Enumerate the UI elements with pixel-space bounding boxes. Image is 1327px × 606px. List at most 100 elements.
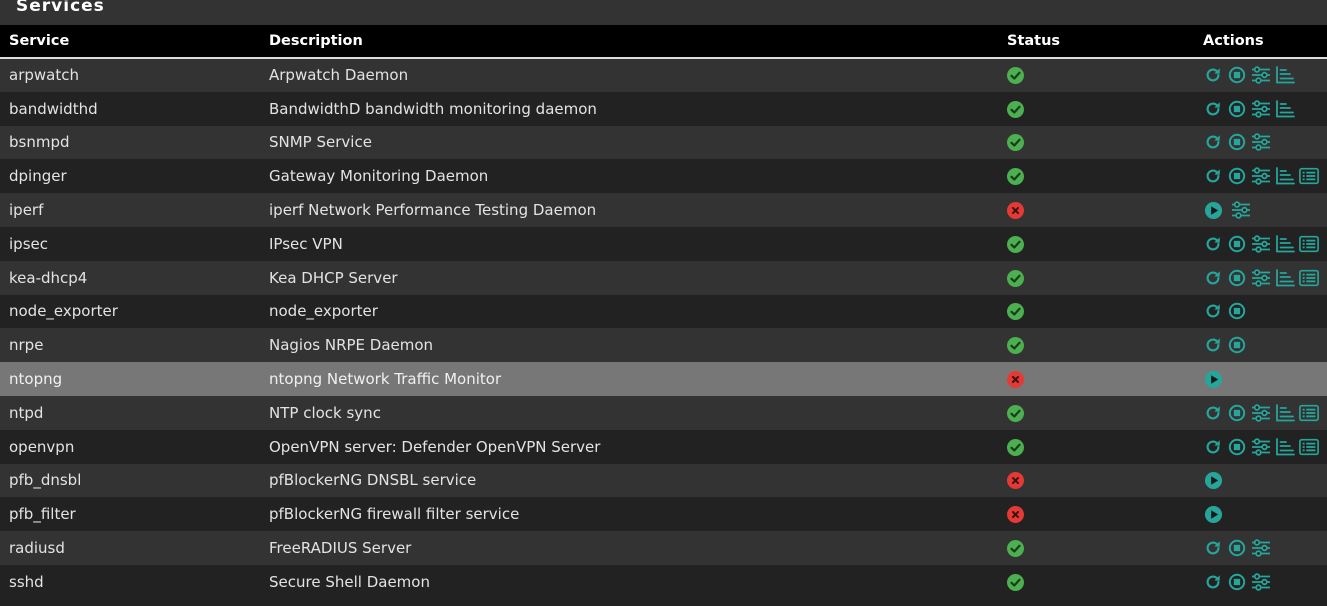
- restart-icon[interactable]: [1203, 234, 1223, 254]
- status-graph-icon[interactable]: [1275, 437, 1295, 457]
- actions-cell: [1200, 565, 1327, 599]
- panel-header: Services: [0, 0, 1327, 25]
- start-icon[interactable]: [1203, 504, 1223, 524]
- status-running-icon: [1007, 100, 1024, 118]
- status-graph-icon[interactable]: [1275, 99, 1295, 119]
- status-running-icon: [1007, 269, 1024, 287]
- column-header-service[interactable]: Service: [0, 25, 260, 59]
- status-cell: [999, 565, 1200, 599]
- status-cell: [999, 362, 1200, 396]
- action-icons: [1203, 234, 1327, 254]
- log-list-icon[interactable]: [1299, 437, 1319, 457]
- status-cell: [999, 464, 1200, 498]
- actions-cell: [1200, 497, 1327, 531]
- status-stopped-icon: [1007, 506, 1024, 524]
- restart-icon[interactable]: [1203, 65, 1223, 85]
- stop-icon[interactable]: [1227, 268, 1247, 288]
- actions-cell: [1200, 464, 1327, 498]
- service-description: Arpwatch Daemon: [269, 66, 409, 85]
- action-icons: [1203, 470, 1327, 490]
- table-row: bsnmpd SNMP Service: [0, 125, 1327, 160]
- settings-sliders-icon[interactable]: [1251, 538, 1271, 558]
- stop-icon[interactable]: [1227, 65, 1247, 85]
- restart-icon[interactable]: [1203, 572, 1223, 592]
- restart-icon[interactable]: [1203, 538, 1223, 558]
- service-description: pfBlockerNG DNSBL service: [269, 471, 477, 490]
- restart-icon[interactable]: [1203, 301, 1223, 321]
- settings-sliders-icon[interactable]: [1251, 132, 1271, 152]
- log-list-icon[interactable]: [1299, 403, 1319, 423]
- table-row: bandwidthd BandwidthD bandwidth monitorin…: [0, 91, 1327, 126]
- restart-icon[interactable]: [1203, 268, 1223, 288]
- status-graph-icon[interactable]: [1275, 166, 1295, 186]
- restart-icon[interactable]: [1203, 132, 1223, 152]
- services-panel: Services Service Description Status Acti…: [0, 0, 1327, 606]
- stop-icon[interactable]: [1227, 403, 1247, 423]
- service-description: pfBlockerNG firewall filter service: [269, 505, 520, 524]
- service-name: ntpd: [9, 403, 44, 422]
- status-graph-icon[interactable]: [1275, 234, 1295, 254]
- table-row: nrpe Nagios NRPE Daemon: [0, 328, 1327, 363]
- action-icons: [1203, 132, 1327, 152]
- stop-icon[interactable]: [1227, 132, 1247, 152]
- status-graph-icon[interactable]: [1275, 65, 1295, 85]
- settings-sliders-icon[interactable]: [1231, 200, 1251, 220]
- status-running-icon: [1007, 337, 1024, 355]
- stop-icon[interactable]: [1227, 99, 1247, 119]
- status-graph-icon[interactable]: [1275, 268, 1295, 288]
- panel-title: Services: [16, 0, 105, 16]
- action-icons: [1203, 538, 1327, 558]
- settings-sliders-icon[interactable]: [1251, 99, 1271, 119]
- stop-icon[interactable]: [1227, 538, 1247, 558]
- actions-cell: [1200, 261, 1327, 295]
- status-graph-icon[interactable]: [1275, 403, 1295, 423]
- service-name: arpwatch: [9, 66, 79, 85]
- service-name: kea-dhcp4: [9, 268, 88, 287]
- settings-sliders-icon[interactable]: [1251, 572, 1271, 592]
- status-running-icon: [1007, 134, 1024, 152]
- table-row: pfb_dnsbl pfBlockerNG DNSBL service: [0, 463, 1327, 498]
- service-description: Kea DHCP Server: [269, 268, 398, 287]
- actions-cell: [1200, 92, 1327, 126]
- log-list-icon[interactable]: [1299, 166, 1319, 186]
- service-description: iperf Network Performance Testing Daemon: [269, 201, 597, 220]
- restart-icon[interactable]: [1203, 437, 1223, 457]
- column-header-status[interactable]: Status: [999, 25, 1200, 59]
- actions-cell: [1200, 193, 1327, 227]
- stop-icon[interactable]: [1227, 572, 1247, 592]
- action-icons: [1203, 301, 1327, 321]
- stop-icon[interactable]: [1227, 437, 1247, 457]
- start-icon[interactable]: [1203, 369, 1223, 389]
- settings-sliders-icon[interactable]: [1251, 65, 1271, 85]
- service-name: bsnmpd: [9, 133, 70, 152]
- stop-icon[interactable]: [1227, 335, 1247, 355]
- action-icons: [1203, 65, 1327, 85]
- settings-sliders-icon[interactable]: [1251, 437, 1271, 457]
- column-header-description[interactable]: Description: [260, 25, 999, 59]
- start-icon[interactable]: [1203, 470, 1223, 490]
- stop-icon[interactable]: [1227, 234, 1247, 254]
- settings-sliders-icon[interactable]: [1251, 403, 1271, 423]
- restart-icon[interactable]: [1203, 166, 1223, 186]
- actions-cell: [1200, 531, 1327, 565]
- status-cell: [999, 126, 1200, 160]
- service-description: ntopng Network Traffic Monitor: [269, 370, 502, 389]
- start-icon[interactable]: [1203, 200, 1223, 220]
- log-list-icon[interactable]: [1299, 268, 1319, 288]
- service-description: SNMP Service: [269, 133, 372, 152]
- settings-sliders-icon[interactable]: [1251, 166, 1271, 186]
- table-row: ipsec IPsec VPN: [0, 226, 1327, 261]
- table-row: ntopng ntopng Network Traffic Monitor: [0, 362, 1327, 396]
- settings-sliders-icon[interactable]: [1251, 268, 1271, 288]
- restart-icon[interactable]: [1203, 335, 1223, 355]
- stop-icon[interactable]: [1227, 166, 1247, 186]
- action-icons: [1203, 335, 1327, 355]
- settings-sliders-icon[interactable]: [1251, 234, 1271, 254]
- stop-icon[interactable]: [1227, 301, 1247, 321]
- restart-icon[interactable]: [1203, 403, 1223, 423]
- status-running-icon: [1007, 573, 1024, 591]
- action-icons: [1203, 99, 1327, 119]
- log-list-icon[interactable]: [1299, 234, 1319, 254]
- actions-cell: [1200, 227, 1327, 261]
- restart-icon[interactable]: [1203, 99, 1223, 119]
